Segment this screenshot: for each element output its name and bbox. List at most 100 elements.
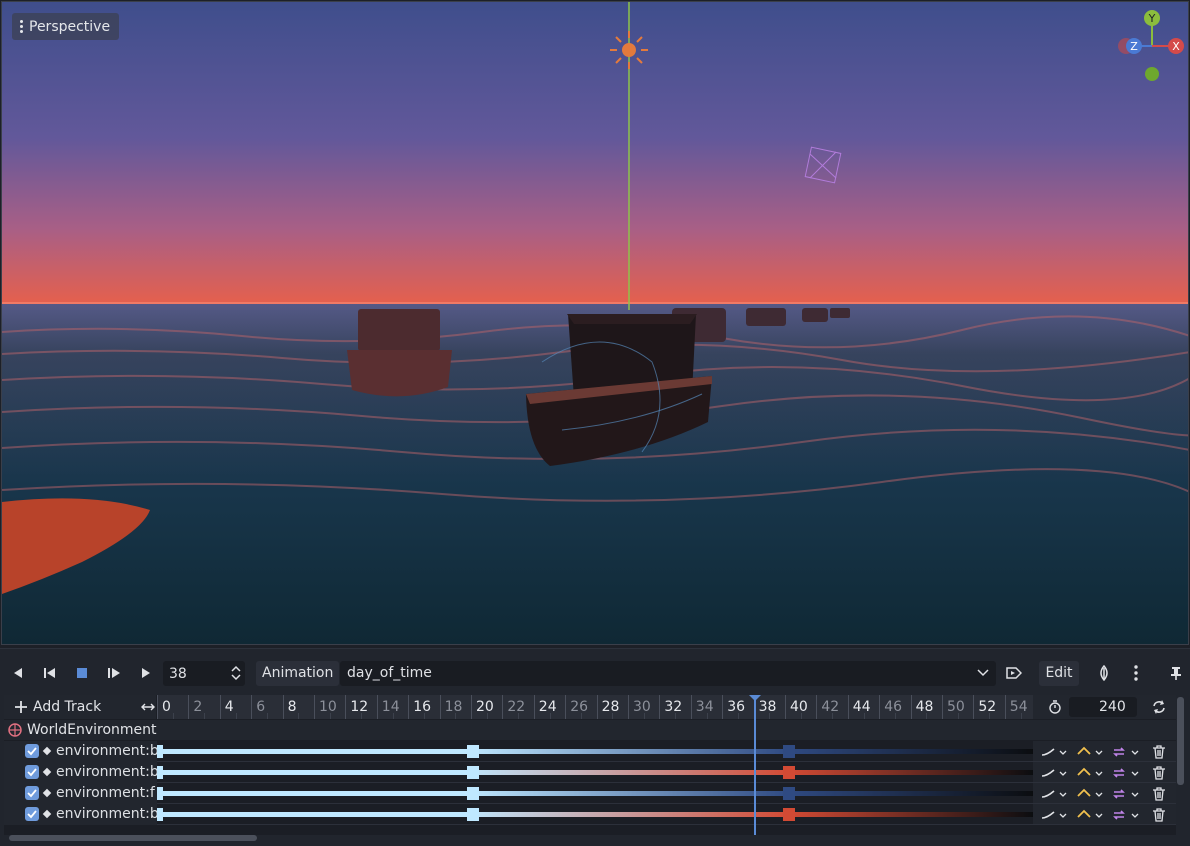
chevron-down-icon[interactable]: [1095, 750, 1103, 756]
update-mode-icon[interactable]: [1041, 789, 1055, 799]
play-backwards-from-end-button[interactable]: [39, 657, 61, 689]
animation-select[interactable]: day_of_time: [340, 661, 996, 686]
ruler-tick: 44: [847, 695, 871, 719]
horizontal-scrollbar[interactable]: [9, 835, 257, 841]
track-label: environment:b: [56, 806, 157, 822]
keyframe[interactable]: [157, 745, 163, 758]
chevron-down-icon[interactable]: [1095, 792, 1103, 798]
track-name-cell: environment:b: [4, 804, 157, 825]
loop-wrap-icon[interactable]: [1111, 767, 1127, 779]
track-enabled-checkbox[interactable]: [25, 807, 39, 821]
track-enabled-checkbox[interactable]: [25, 765, 39, 779]
ruler-tick: 0: [157, 695, 171, 719]
loop-wrap-icon[interactable]: [1111, 809, 1127, 821]
play-from-start-button[interactable]: [103, 657, 125, 689]
loop-toggle-icon[interactable]: [1151, 699, 1167, 715]
3d-viewport[interactable]: Perspective Y Z X: [1, 1, 1189, 645]
track-name-cell: environment:f: [4, 783, 157, 804]
chevron-down-icon[interactable]: [1059, 813, 1067, 819]
chevron-down-icon[interactable]: [1095, 813, 1103, 819]
keyframe[interactable]: [783, 766, 795, 779]
vertical-scrollbar[interactable]: [1177, 697, 1184, 785]
ruler-tick: 22: [502, 695, 525, 719]
ruler-tick: 6: [251, 695, 265, 719]
interpolation-icon[interactable]: [1077, 809, 1091, 819]
checkmark-icon: [27, 747, 37, 756]
track-name-cell: environment:b: [4, 741, 157, 762]
add-track-button[interactable]: Add Track: [4, 695, 156, 719]
animation-length-input[interactable]: 240: [1069, 697, 1137, 717]
trash-icon[interactable]: [1152, 808, 1166, 822]
track-lane[interactable]: [157, 741, 1033, 762]
onion-skin-button[interactable]: [1093, 657, 1115, 689]
more-options-button[interactable]: [1126, 657, 1146, 689]
orientation-gizmo[interactable]: Y Z X: [1116, 6, 1188, 86]
keyframe[interactable]: [783, 745, 795, 758]
track-enabled-checkbox[interactable]: [25, 786, 39, 800]
loop-wrap-icon[interactable]: [1111, 788, 1127, 800]
stop-button[interactable]: [72, 657, 92, 689]
trash-icon[interactable]: [1152, 766, 1166, 780]
track-row[interactable]: environment:b: [4, 762, 1176, 783]
current-frame-input[interactable]: 38: [163, 661, 245, 686]
interpolation-icon[interactable]: [1077, 788, 1091, 798]
ruler-tick: 2: [188, 695, 202, 719]
pin-panel-button[interactable]: [1166, 657, 1186, 689]
track-label: environment:b: [56, 743, 157, 759]
spinner-arrows-icon[interactable]: [231, 665, 241, 681]
track-row[interactable]: environment:b: [4, 741, 1176, 762]
ruler-tick: 26: [565, 695, 588, 719]
track-lane[interactable]: [157, 783, 1033, 804]
chevron-down-icon[interactable]: [1059, 792, 1067, 798]
keyframe[interactable]: [467, 808, 479, 821]
ruler-tick: 34: [690, 695, 714, 719]
autoplay-tag-button[interactable]: [1003, 657, 1025, 689]
animation-toolbar: 38 Animation day_of_time Edit: [0, 657, 1190, 689]
play-button[interactable]: [136, 657, 156, 689]
perspective-menu-button[interactable]: Perspective: [12, 13, 120, 40]
track-lane[interactable]: [157, 804, 1033, 825]
trash-icon[interactable]: [1152, 787, 1166, 801]
update-mode-icon[interactable]: [1041, 810, 1055, 820]
ruler-subtick: [612, 713, 614, 719]
keyframe[interactable]: [783, 787, 795, 800]
chevron-down-icon[interactable]: [1131, 792, 1139, 798]
keyframe[interactable]: [157, 766, 163, 779]
track-row[interactable]: environment:b: [4, 804, 1176, 825]
interpolation-icon[interactable]: [1077, 767, 1091, 777]
keyframe[interactable]: [157, 808, 163, 821]
track-lane[interactable]: [157, 762, 1033, 783]
keyframe[interactable]: [467, 766, 479, 779]
ruler-subtick: [580, 713, 582, 719]
chevron-down-icon[interactable]: [1059, 771, 1067, 777]
edit-menu-button[interactable]: Edit: [1039, 661, 1079, 686]
play-backwards-from-end-icon: [44, 668, 55, 678]
loop-wrap-icon[interactable]: [1111, 746, 1127, 758]
ruler-subtick: [361, 713, 363, 719]
ruler-tick: 30: [628, 695, 651, 719]
timeline-ruler[interactable]: 0 2 4 6 8 10 12 14 16 18 20 22 24 26 28 30 32 34 36 38 40 42 4…: [157, 695, 1033, 719]
track-row[interactable]: environment:f: [4, 783, 1176, 804]
interpolation-icon[interactable]: [1077, 746, 1091, 756]
keyframe[interactable]: [157, 787, 163, 800]
track-group-world-environment[interactable]: WorldEnvironment: [4, 720, 1176, 740]
chevron-down-icon[interactable]: [1131, 813, 1139, 819]
chevron-down-icon[interactable]: [1059, 750, 1067, 756]
trash-icon[interactable]: [1152, 745, 1166, 759]
play-backwards-button[interactable]: [8, 657, 28, 689]
update-mode-icon[interactable]: [1041, 768, 1055, 778]
playhead[interactable]: [753, 695, 756, 835]
timeline-zoom-icon[interactable]: [141, 702, 155, 712]
chevron-down-icon[interactable]: [1131, 750, 1139, 756]
update-mode-icon[interactable]: [1041, 747, 1055, 757]
track-enabled-checkbox[interactable]: [25, 744, 39, 758]
chevron-down-icon[interactable]: [1095, 771, 1103, 777]
ruler-tick: 52: [973, 695, 996, 719]
ruler-subtick: [518, 713, 520, 719]
keyframe[interactable]: [467, 787, 479, 800]
track-editor[interactable]: Add Track 0 2 4 6 8 10 12 14 16 18 20 22 24 26 28 30 32 3…: [4, 695, 1176, 835]
plus-icon: [15, 701, 27, 713]
keyframe[interactable]: [467, 745, 479, 758]
keyframe[interactable]: [783, 808, 795, 821]
chevron-down-icon[interactable]: [1131, 771, 1139, 777]
